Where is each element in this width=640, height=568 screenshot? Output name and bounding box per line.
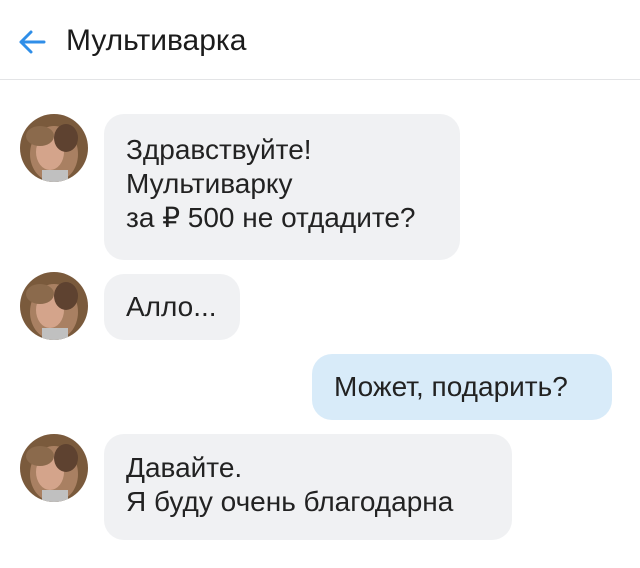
message-bubble-incoming[interactable]: Здравствуйте! Мультиварку за ₽ 500 не от… xyxy=(104,114,460,260)
message-text: Мультиварку xyxy=(126,168,293,199)
arrow-left-icon xyxy=(19,30,46,54)
back-button[interactable] xyxy=(14,24,50,60)
chat-header: Мультиварка xyxy=(0,0,640,80)
avatar[interactable] xyxy=(20,272,88,340)
avatar-photo xyxy=(20,434,88,502)
message-text: Может, подарить? xyxy=(334,371,568,402)
avatar[interactable] xyxy=(20,434,88,502)
message-bubble-incoming[interactable]: Алло... xyxy=(104,274,240,340)
chat-title: Мультиварка xyxy=(66,24,247,57)
message-text: Алло... xyxy=(126,291,217,322)
message-text: Здравствуйте! xyxy=(126,134,312,165)
chat-screen: Мультиварка Здравствуйте! Мультиварку за… xyxy=(0,0,640,568)
message-bubble-incoming[interactable]: Давайте. Я буду очень благодарна xyxy=(104,434,512,540)
avatar-photo xyxy=(20,114,88,182)
message-text: Давайте. xyxy=(126,452,243,483)
avatar[interactable] xyxy=(20,114,88,182)
message-text: Я буду очень благодарна xyxy=(126,486,454,517)
message-text: за ₽ 500 не отдадите? xyxy=(126,202,416,233)
avatar-photo xyxy=(20,272,88,340)
message-bubble-outgoing[interactable]: Может, подарить? xyxy=(312,354,612,420)
